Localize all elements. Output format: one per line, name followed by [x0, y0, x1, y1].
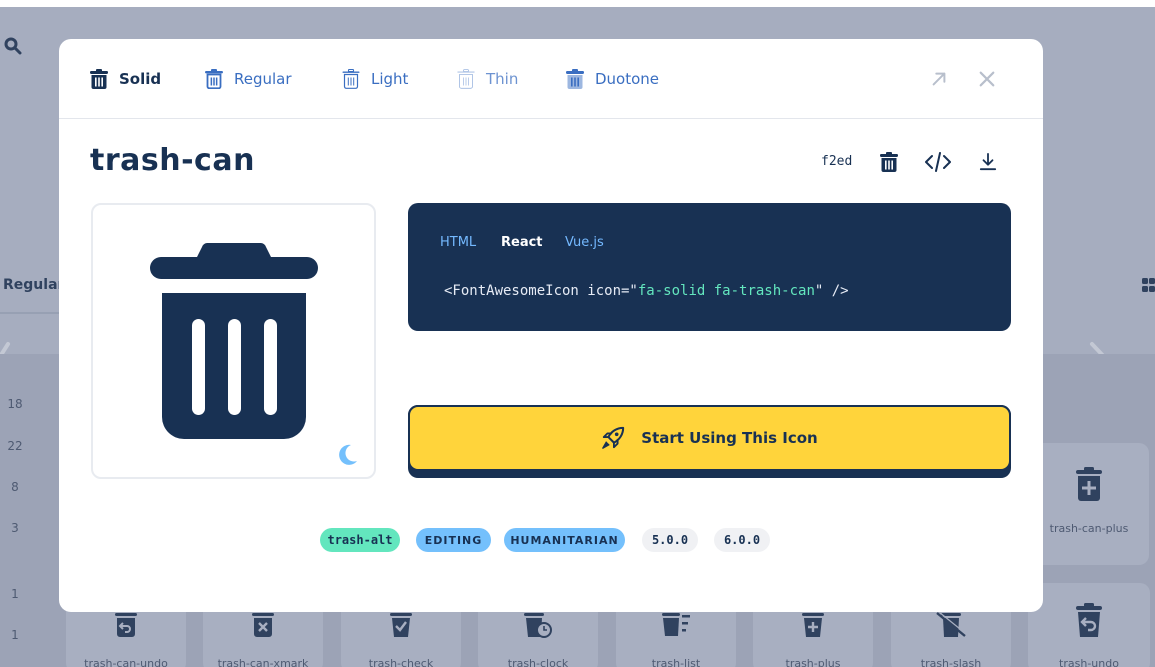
background-count: 1 [11, 587, 19, 601]
trash-can-thin-icon [457, 69, 475, 89]
trash-list-icon [662, 613, 690, 636]
search-icon[interactable] [3, 37, 23, 55]
background-count: 3 [11, 521, 19, 535]
icon-card-label: trash-can-undo [84, 657, 168, 667]
trash-can-icon [150, 243, 318, 439]
tab-regular[interactable]: Regular [205, 67, 292, 91]
background-count: 8 [11, 480, 19, 494]
icon-card-label: trash-plus [785, 657, 841, 667]
trash-can-xmark-icon [252, 613, 274, 637]
page-top-strip [0, 0, 1155, 7]
code-snippet[interactable]: <FontAwesomeIcon icon="fa-solid fa-trash… [444, 283, 849, 299]
icon-card[interactable]: trash-undo [1028, 583, 1150, 667]
copy-glyph-button[interactable] [876, 149, 902, 175]
trash-can-duotone-icon [566, 69, 584, 89]
copy-code-button[interactable] [925, 149, 951, 175]
icon-card-label: trash-clock [507, 657, 569, 667]
trash-can-light-icon [342, 69, 360, 89]
tab-vuejs[interactable]: Vue.js [565, 235, 604, 250]
trash-can-plus-icon [1076, 467, 1102, 501]
category-tag[interactable]: HUMANITARIAN [504, 528, 625, 552]
open-icon-page-button[interactable] [927, 67, 951, 91]
code-suffix: " /> [814, 283, 849, 299]
moon-icon[interactable] [337, 443, 359, 465]
trash-can-regular-icon [205, 69, 223, 89]
code-class-value: fa-solid fa-trash-can [637, 283, 815, 299]
code-snippet-panel: HTML React Vue.js <FontAwesomeIcon icon=… [408, 203, 1011, 331]
background-count: 18 [7, 397, 23, 411]
icon-card-label: trash-slash [920, 657, 982, 667]
icon-detail-modal: Solid Regular Light Thin Duotone trash-c… [59, 39, 1043, 612]
icon-card-label: trash-can-xmark [217, 657, 309, 667]
code-icon [925, 152, 951, 172]
tab-html[interactable]: HTML [440, 235, 476, 250]
trash-can-undo-icon [115, 613, 137, 637]
background-tab-label: Regular [3, 277, 65, 293]
category-tag[interactable]: EDITING [416, 528, 491, 552]
trash-can-icon [880, 152, 898, 172]
icon-card-label: trash-list [651, 657, 701, 667]
grid-view-icon[interactable] [1141, 276, 1155, 294]
version-tag[interactable]: 6.0.0 [714, 528, 770, 552]
tab-duotone[interactable]: Duotone [566, 67, 659, 91]
code-prefix: <FontAwesomeIcon icon=" [444, 283, 638, 299]
icon-card-label: trash-undo [1059, 657, 1119, 667]
trash-undo-icon [1076, 603, 1102, 637]
trash-check-icon [390, 613, 412, 637]
icon-card-label: trash-can-plus [1049, 522, 1129, 535]
download-button[interactable] [975, 149, 1001, 175]
icon-preview [91, 203, 376, 479]
trash-clock-icon [524, 613, 552, 638]
tab-light-label: Light [371, 70, 409, 88]
background-count: 22 [7, 439, 23, 453]
start-button-face: Start Using This Icon [408, 405, 1011, 471]
icon-title: trash-can [90, 143, 255, 178]
tab-thin[interactable]: Thin [457, 67, 518, 91]
tab-thin-label: Thin [486, 70, 519, 88]
tab-react[interactable]: React [501, 235, 543, 250]
trash-can-solid-icon [90, 69, 108, 89]
trash-slash-icon [936, 611, 966, 637]
download-icon [979, 153, 997, 171]
start-using-icon-button[interactable]: Start Using This Icon [408, 405, 1011, 478]
tab-regular-label: Regular [234, 70, 292, 88]
unicode-value[interactable]: f2ed [821, 154, 852, 169]
alias-tag[interactable]: trash-alt [320, 528, 400, 552]
tab-light[interactable]: Light [342, 67, 408, 91]
background-tab-regular[interactable]: Regular [0, 258, 65, 314]
tab-duotone-label: Duotone [595, 70, 660, 88]
icon-card[interactable]: trash-can-plus [1029, 443, 1149, 565]
start-button-label: Start Using This Icon [641, 429, 818, 447]
tab-solid-label: Solid [119, 70, 162, 88]
close-button[interactable] [975, 67, 999, 91]
background-count: 1 [11, 628, 19, 642]
version-tag[interactable]: 5.0.0 [642, 528, 698, 552]
arrow-up-right-icon [932, 72, 946, 86]
tab-solid[interactable]: Solid [90, 67, 161, 91]
rocket-icon [602, 426, 625, 449]
trash-plus-icon [802, 613, 824, 637]
close-icon [979, 71, 995, 87]
style-tabs-bar: Solid Regular Light Thin Duotone [59, 39, 1043, 119]
icon-card-label: trash-check [368, 657, 434, 667]
